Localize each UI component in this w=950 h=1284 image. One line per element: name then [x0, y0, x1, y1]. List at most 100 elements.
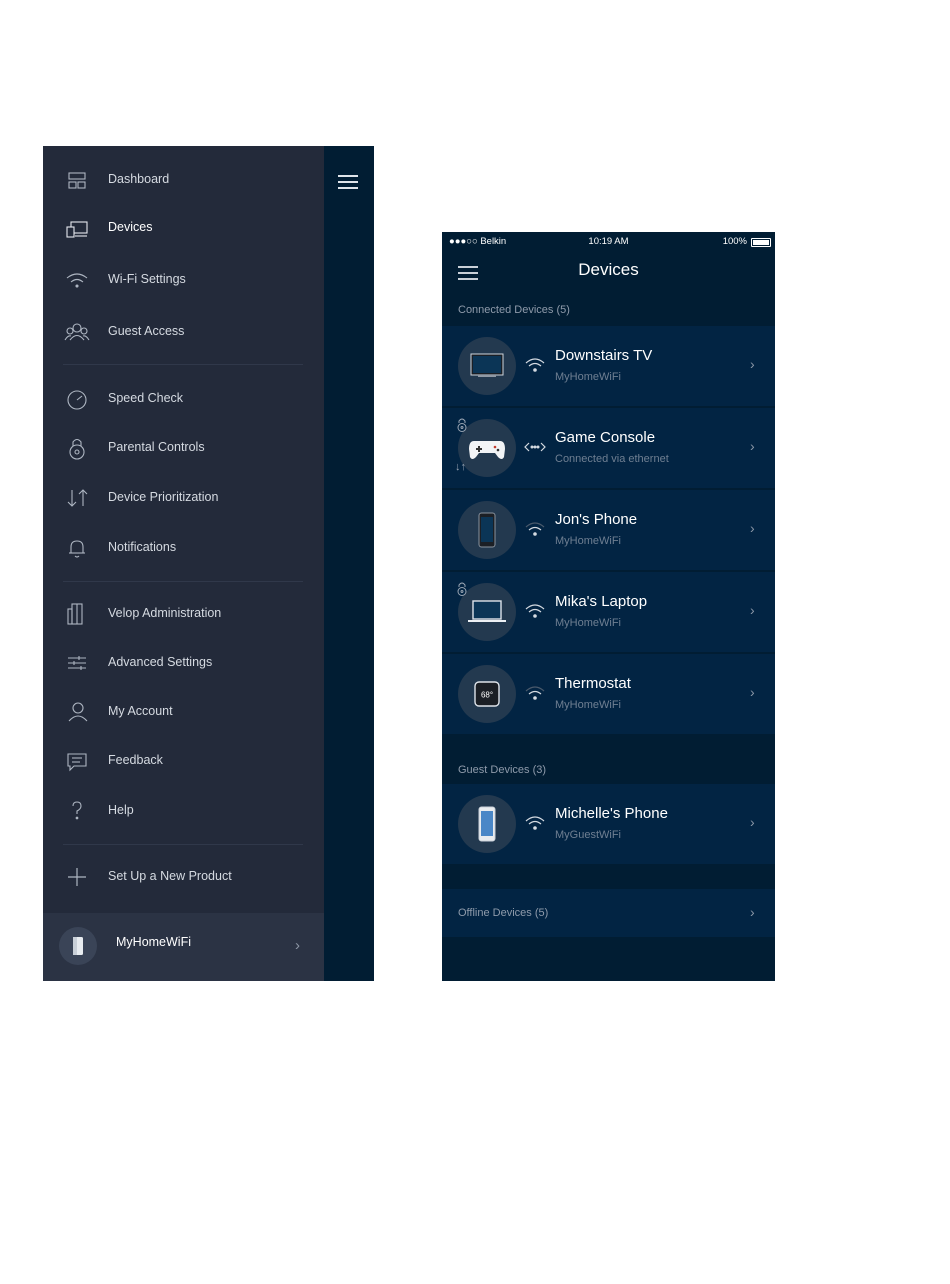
menu-item-my-account[interactable]: My Account	[43, 692, 324, 732]
menu-item-feedback[interactable]: Feedback	[43, 741, 324, 781]
battery-icon	[751, 238, 771, 247]
menu-label-feedback: Feedback	[108, 753, 163, 767]
device-network: MyHomeWiFi	[555, 371, 621, 383]
menu-label-my-account: My Account	[108, 704, 173, 718]
menu-item-devices[interactable]: Devices	[43, 208, 324, 248]
device-row[interactable]: Michelle's Phone MyGuestWiFi ›	[442, 784, 775, 864]
menu-label-velop-administration: Velop Administration	[108, 606, 222, 620]
device-avatar	[458, 501, 516, 559]
device-name: Downstairs TV	[555, 347, 653, 364]
menu-label-parental-controls: Parental Controls	[108, 440, 205, 454]
sliders-icon	[63, 649, 91, 677]
wifi-icon	[524, 813, 546, 833]
device-network: MyHomeWiFi	[555, 535, 621, 547]
speedometer-icon	[63, 385, 91, 413]
menu-label-advanced-settings: Advanced Settings	[108, 655, 213, 669]
menu-item-guest-access[interactable]: Guest Access	[43, 312, 324, 352]
network-node-row[interactable]: MyHomeWiFi ›	[43, 913, 324, 981]
menu-item-device-prioritization[interactable]: Device Prioritization	[43, 478, 324, 518]
velop-node-icon	[73, 937, 83, 955]
velop-node-icon	[63, 600, 91, 628]
menu-divider	[63, 844, 303, 845]
side-menu-screen: Dashboard Devices Wi-Fi Settings Guest A…	[43, 146, 374, 981]
device-name: Michelle's Phone	[555, 805, 668, 822]
device-network: Connected via ethernet	[555, 453, 669, 465]
menu-label-device-prioritization: Device Prioritization	[108, 490, 219, 504]
chevron-right-icon: ›	[295, 937, 300, 954]
help-icon	[63, 797, 91, 825]
guest-devices-header: Guest Devices (3)	[458, 764, 547, 776]
wifi-icon	[63, 266, 91, 294]
guest-access-icon	[63, 318, 91, 346]
devices-screen: ●●●○○ Belkin 10:19 AM 100% Devices Conne…	[442, 232, 775, 981]
menu-item-notifications[interactable]: Notifications	[43, 528, 324, 568]
menu-label-help: Help	[108, 803, 134, 817]
chevron-right-icon: ›	[750, 814, 755, 830]
menu-label-speed-check: Speed Check	[108, 391, 184, 405]
device-row[interactable]: Downstairs TV MyHomeWiFi ›	[442, 326, 775, 406]
tv-icon	[470, 353, 504, 377]
device-avatar: 68°	[458, 665, 516, 723]
device-name: Thermostat	[555, 675, 631, 692]
user-icon	[63, 698, 91, 726]
menu-item-wifi-settings[interactable]: Wi-Fi Settings	[43, 260, 324, 300]
device-network: MyGuestWiFi	[555, 829, 621, 841]
velop-node-avatar	[59, 927, 97, 965]
smartphone-icon	[478, 806, 496, 842]
menu-item-parental-controls[interactable]: Parental Controls	[43, 428, 324, 468]
menu-item-advanced-settings[interactable]: Advanced Settings	[43, 643, 324, 683]
menu-label-wifi-settings: Wi-Fi Settings	[108, 272, 186, 286]
device-row[interactable]: ↓↑ Game Console Connected via ethernet ›	[442, 408, 775, 488]
hamburger-menu-button[interactable]	[338, 174, 358, 190]
dashboard-icon	[63, 166, 91, 194]
prioritization-arrows-icon: ↓↑	[455, 461, 466, 473]
menu-item-help[interactable]: Help	[43, 791, 324, 831]
chevron-right-icon: ›	[750, 520, 755, 536]
menu-divider	[63, 364, 303, 365]
chevron-right-icon: ›	[750, 602, 755, 618]
menu-item-speed-check[interactable]: Speed Check	[43, 379, 324, 419]
device-row[interactable]: Jon's Phone MyHomeWiFi ›	[442, 490, 775, 570]
menu-item-velop-administration[interactable]: Velop Administration	[43, 594, 324, 634]
parental-lock-icon	[457, 582, 467, 596]
chevron-right-icon: ›	[750, 438, 755, 454]
menu-label-dashboard: Dashboard	[108, 172, 170, 186]
menu-label-notifications: Notifications	[108, 540, 177, 554]
side-menu-panel: Dashboard Devices Wi-Fi Settings Guest A…	[43, 146, 324, 981]
wifi-icon	[524, 683, 546, 703]
device-row[interactable]: 68° Thermostat MyHomeWiFi ›	[442, 654, 775, 734]
device-name: Game Console	[555, 429, 656, 446]
thermostat-icon: 68°	[474, 681, 500, 707]
bell-icon	[63, 534, 91, 562]
parental-lock-icon	[457, 418, 467, 432]
device-network: MyHomeWiFi	[555, 699, 621, 711]
smartphone-icon	[478, 512, 496, 548]
device-name: Jon's Phone	[555, 511, 638, 528]
device-network: MyHomeWiFi	[555, 617, 621, 629]
network-name: MyHomeWiFi	[116, 935, 191, 949]
status-bar: ●●●○○ Belkin 10:19 AM 100%	[442, 232, 775, 252]
device-name: Mika's Laptop	[555, 593, 648, 610]
connected-devices-header: Connected Devices (5)	[458, 304, 570, 316]
wifi-icon	[524, 519, 546, 539]
feedback-icon	[63, 747, 91, 775]
menu-item-set-up-new-product[interactable]: Set Up a New Product	[43, 857, 324, 897]
devices-icon	[63, 214, 91, 242]
plus-icon	[63, 863, 91, 891]
offline-devices-label: Offline Devices (5)	[458, 907, 549, 919]
wifi-icon	[524, 601, 546, 621]
chevron-right-icon: ›	[750, 904, 755, 920]
chevron-right-icon: ›	[750, 356, 755, 372]
menu-label-set-up-new-product: Set Up a New Product	[108, 869, 232, 883]
menu-item-dashboard[interactable]: Dashboard	[43, 160, 324, 200]
ethernet-icon	[524, 437, 546, 457]
device-row[interactable]: Mika's Laptop MyHomeWiFi ›	[442, 572, 775, 652]
menu-label-devices: Devices	[108, 220, 153, 234]
offline-devices-row[interactable]: Offline Devices (5) ›	[442, 889, 775, 937]
parental-lock-icon	[63, 434, 91, 462]
device-avatar	[458, 795, 516, 853]
page-title: Devices	[578, 260, 639, 279]
thermostat-display: 68°	[481, 691, 493, 700]
chevron-right-icon: ›	[750, 684, 755, 700]
menu-label-guest-access: Guest Access	[108, 324, 185, 338]
